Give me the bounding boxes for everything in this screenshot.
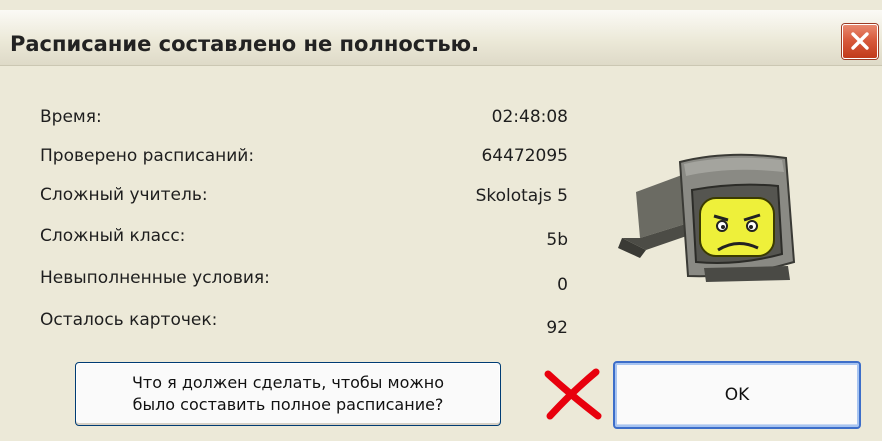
close-button[interactable] xyxy=(842,24,878,59)
help-button-line2: было составить полное расписание? xyxy=(132,395,444,414)
time-label: Время: xyxy=(40,107,102,127)
help-button-line1: Что я должен сделать, чтобы можно xyxy=(131,373,445,392)
title-bar[interactable]: Расписание составлено не полностью. xyxy=(0,10,882,66)
cards-left-value: 92 xyxy=(546,318,568,338)
ok-button[interactable]: OK xyxy=(613,361,861,429)
schedule-result-dialog: Расписание составлено не полностью. Врем… xyxy=(0,0,882,441)
unfulfilled-conditions-label: Невыполненные условия: xyxy=(40,268,270,288)
dialog-title: Расписание составлено не полностью. xyxy=(10,32,480,56)
difficult-teacher-value: Skolotajs 5 xyxy=(475,186,568,206)
unfulfilled-conditions-value: 0 xyxy=(557,275,568,295)
sad-computer-icon xyxy=(618,153,796,282)
help-button[interactable]: Что я должен сделать, чтобы можно было с… xyxy=(75,362,501,426)
close-icon xyxy=(851,32,869,50)
checked-schedules-label: Проверено расписаний: xyxy=(40,146,255,166)
red-x-mark-icon xyxy=(544,368,602,420)
difficult-class-label: Сложный класс: xyxy=(40,226,186,246)
checked-schedules-value: 64472095 xyxy=(481,146,568,166)
cards-left-label: Осталось карточек: xyxy=(40,310,218,330)
difficult-teacher-label: Сложный учитель: xyxy=(40,185,208,205)
time-value: 02:48:08 xyxy=(491,107,568,127)
difficult-class-value: 5b xyxy=(546,230,568,250)
